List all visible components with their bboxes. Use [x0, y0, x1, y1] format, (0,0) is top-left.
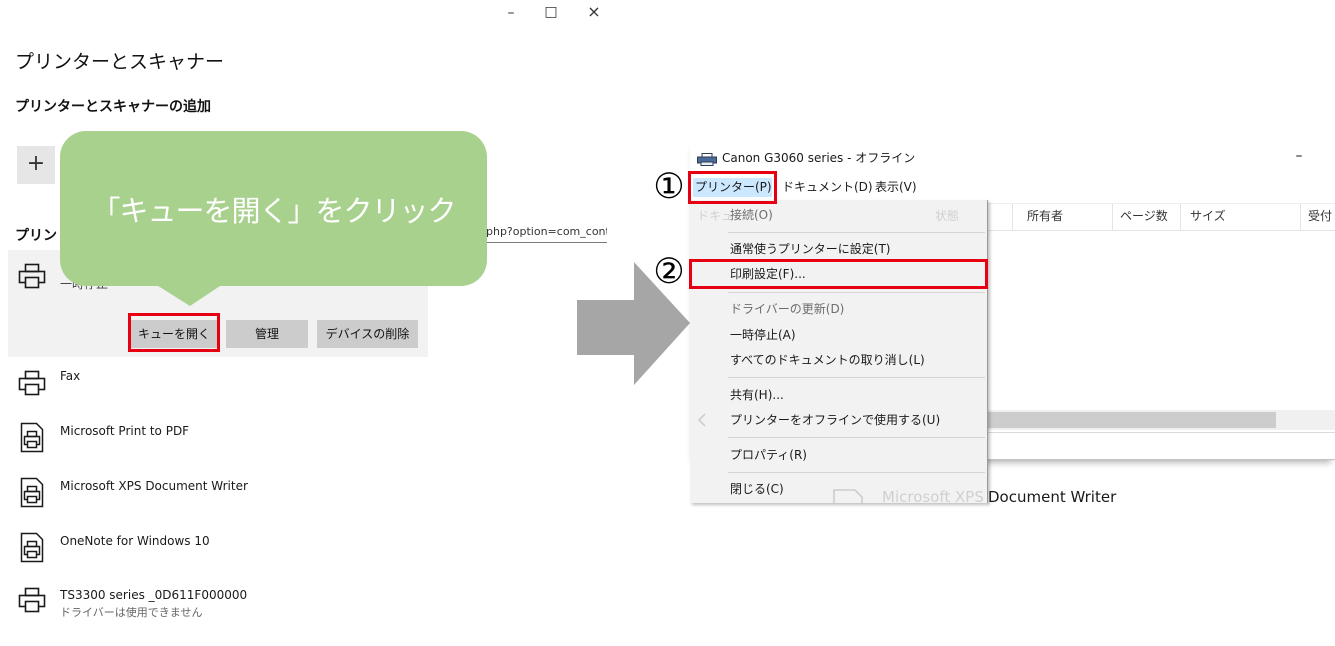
printer-name: Microsoft Print to PDF — [60, 424, 190, 438]
menu-item-cancel-all[interactable]: すべてのドキュメントの取り消し(L) — [690, 348, 987, 372]
printer-icon — [833, 489, 863, 503]
menu-item-properties[interactable]: プロパティ(R) — [690, 443, 987, 467]
add-printer-button[interactable]: + — [17, 146, 55, 184]
printer-name: Fax — [60, 369, 81, 383]
scrollbar-thumb[interactable] — [988, 412, 1276, 428]
document-printer-icon — [20, 532, 44, 567]
printer-status: ドライバーは使用できません — [60, 606, 203, 619]
open-queue-highlight-box — [128, 313, 220, 352]
add-section-title: プリンターとスキャナーの追加 — [15, 99, 211, 115]
menu-separator — [728, 377, 985, 378]
instruction-callout: 「キューを開く」をクリック — [60, 131, 487, 286]
column-divider[interactable] — [1300, 204, 1301, 230]
column-size[interactable]: サイズ — [1190, 208, 1226, 225]
column-status: 状態 — [935, 209, 960, 223]
close-button[interactable]: × — [583, 2, 605, 22]
column-document: ドキュ — [697, 209, 734, 223]
printer-icon — [18, 369, 46, 401]
printer-icon — [697, 151, 717, 170]
column-divider[interactable] — [1112, 204, 1113, 230]
printer-name: Microsoft XPS Document Writer — [60, 479, 248, 493]
list-item[interactable]: Microsoft Print to PDF — [8, 414, 428, 464]
menu-separator — [728, 232, 985, 233]
column-divider[interactable] — [1180, 204, 1181, 230]
column-divider[interactable] — [1012, 204, 1013, 230]
scroll-left-icon — [697, 413, 706, 427]
menu-separator — [728, 437, 985, 438]
menu-separator — [728, 292, 985, 293]
menu-item-pause[interactable]: 一時停止(A) — [690, 323, 987, 347]
list-item[interactable]: Microsoft XPS Document Writer — [8, 469, 428, 519]
status-bar-divider — [987, 432, 1335, 433]
printer-name: TS3300 series _0D611F000000 — [60, 588, 248, 602]
step-2-marker: ② — [653, 252, 685, 292]
background-printer-label: Document Writer — [988, 488, 1117, 506]
list-item[interactable]: OneNote for Windows 10 — [8, 524, 428, 574]
column-owner[interactable]: 所有者 — [1027, 208, 1063, 225]
column-pages[interactable]: ページ数 — [1120, 208, 1168, 225]
background-printer-label-faded: Microsoft XPS — [882, 488, 984, 506]
maximize-button[interactable]: □ — [540, 2, 562, 22]
menu-item-update-driver[interactable]: ドライバーの更新(D) — [690, 297, 987, 321]
callout-pointer — [155, 284, 223, 306]
column-submitted[interactable]: 受付 — [1308, 208, 1332, 225]
menu-separator — [728, 472, 985, 473]
list-item[interactable]: Fax — [8, 362, 428, 412]
printer-icon — [18, 262, 46, 294]
printer-icon — [18, 586, 46, 618]
minimize-button[interactable]: – — [1290, 148, 1308, 164]
menu-item-set-default[interactable]: 通常使うプリンターに設定(T) — [690, 237, 987, 261]
menu-item-use-offline[interactable]: プリンターをオフラインで使用する(U) — [690, 408, 987, 432]
manage-button[interactable]: 管理 — [226, 320, 308, 348]
callout-text: 「キューを開く」をクリック — [91, 193, 456, 228]
menu-view[interactable]: 表示(V) — [873, 178, 919, 197]
menu-document[interactable]: ドキュメント(D) — [780, 178, 875, 197]
window-title: Canon G3060 series - オフライン — [722, 151, 916, 165]
list-item[interactable]: TS3300 series _0D611F000000 ドライバーは使用できませ… — [8, 579, 428, 629]
printer-name: OneNote for Windows 10 — [60, 534, 210, 548]
step-1-marker: ① — [653, 167, 685, 207]
printer-menu-highlight-box — [688, 171, 777, 204]
menu-item-sharing[interactable]: 共有(H)... — [690, 383, 987, 407]
page-title: プリンターとスキャナー — [15, 51, 225, 73]
document-printer-icon — [20, 422, 44, 457]
printers-section-title: プリン — [15, 228, 57, 244]
remove-device-button[interactable]: デバイスの削除 — [317, 320, 418, 348]
document-printer-icon — [20, 477, 44, 512]
printing-preferences-highlight-box — [689, 259, 988, 289]
minimize-button[interactable]: – — [500, 3, 522, 23]
